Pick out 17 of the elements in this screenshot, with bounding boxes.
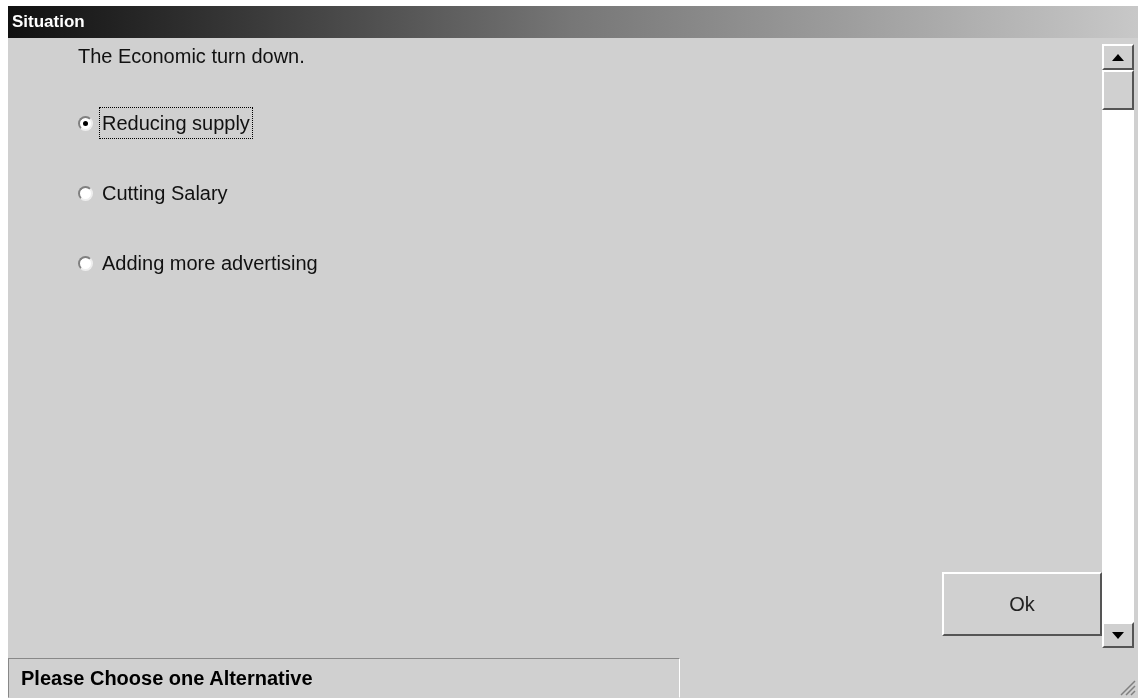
down-arrow-icon xyxy=(1112,631,1124,639)
up-arrow-icon xyxy=(1112,53,1124,61)
option-label[interactable]: Cutting Salary xyxy=(99,177,231,209)
radio-button[interactable] xyxy=(78,185,93,201)
window-title: Situation xyxy=(8,6,1138,38)
radio-button[interactable] xyxy=(78,255,93,271)
ok-button[interactable]: Ok xyxy=(942,572,1102,636)
resize-grip-icon xyxy=(1118,678,1136,696)
status-bar: Please Choose one Alternative xyxy=(8,658,680,698)
scroll-down-button[interactable] xyxy=(1102,622,1134,648)
scrollbar[interactable] xyxy=(1102,44,1134,648)
question-text: The Economic turn down. xyxy=(78,44,305,68)
scroll-thumb[interactable] xyxy=(1102,70,1134,110)
scroll-up-button[interactable] xyxy=(1102,44,1134,70)
radio-button[interactable] xyxy=(78,115,93,131)
option-label[interactable]: Reducing supply xyxy=(99,107,253,139)
option-label[interactable]: Adding more advertising xyxy=(99,247,321,279)
